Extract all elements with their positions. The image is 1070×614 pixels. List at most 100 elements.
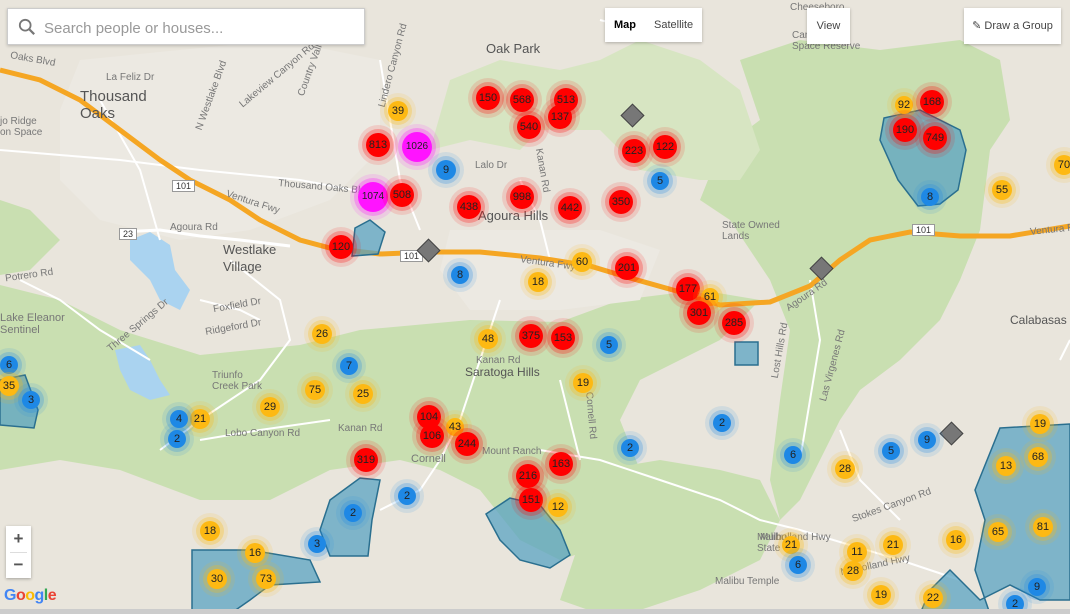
cluster-marker[interactable]: 21 — [883, 535, 903, 555]
cluster-marker[interactable]: 6 — [784, 446, 802, 464]
cluster-marker[interactable]: 19 — [573, 373, 593, 393]
cluster-marker[interactable]: 73 — [256, 569, 276, 589]
search-box[interactable] — [7, 8, 365, 45]
cluster-marker[interactable]: 70 — [1054, 155, 1070, 175]
cluster-marker[interactable]: 137 — [548, 105, 572, 129]
cluster-marker[interactable]: 244 — [455, 432, 479, 456]
cluster-marker[interactable]: 568 — [510, 88, 534, 112]
cluster-marker[interactable]: 5 — [882, 442, 900, 460]
cluster-marker[interactable]: 22 — [923, 588, 943, 608]
cluster-marker[interactable]: 177 — [676, 277, 700, 301]
cluster-marker[interactable]: 92 — [895, 96, 913, 114]
cluster-marker[interactable]: 319 — [354, 448, 378, 472]
cluster-marker[interactable]: 350 — [609, 190, 633, 214]
draw-group-button[interactable]: ✎ Draw a Group — [964, 8, 1061, 44]
cluster-marker[interactable]: 26 — [312, 324, 332, 344]
cluster-marker[interactable]: 4 — [170, 410, 188, 428]
cluster-marker[interactable]: 2 — [344, 504, 362, 522]
cluster-marker[interactable]: 1074 — [358, 182, 388, 212]
cluster-count: 30 — [210, 573, 224, 585]
cluster-marker[interactable]: 375 — [519, 324, 543, 348]
cluster-marker[interactable]: 8 — [921, 188, 939, 206]
cluster-marker[interactable]: 29 — [260, 397, 280, 417]
cluster-marker[interactable]: 3 — [308, 535, 326, 553]
cluster-marker[interactable]: 75 — [305, 380, 325, 400]
zoom-out-button[interactable]: − — [6, 552, 31, 578]
cluster-marker[interactable]: 2 — [713, 414, 731, 432]
cluster-marker[interactable]: 508 — [390, 183, 414, 207]
map-type-map-button[interactable]: Map — [605, 8, 645, 42]
cluster-marker[interactable]: 9 — [1028, 578, 1046, 596]
cluster-marker[interactable]: 120 — [329, 235, 353, 259]
map-type-control: Map Satellite — [605, 8, 703, 42]
cluster-marker[interactable]: 65 — [988, 522, 1008, 542]
cluster-count: 244 — [457, 438, 477, 450]
cluster-count: 9 — [1033, 581, 1041, 593]
cluster-marker[interactable]: 39 — [388, 101, 408, 121]
cluster-marker[interactable]: 163 — [549, 452, 573, 476]
view-button[interactable]: View — [807, 8, 850, 44]
cluster-marker[interactable]: 438 — [457, 195, 481, 219]
cluster-marker[interactable]: 18 — [200, 521, 220, 541]
cluster-marker[interactable]: 28 — [843, 561, 863, 581]
cluster-marker[interactable]: 9 — [436, 160, 456, 180]
cluster-marker[interactable]: 6 — [789, 556, 807, 574]
cluster-marker[interactable]: 998 — [510, 185, 534, 209]
cluster-marker[interactable]: 285 — [722, 311, 746, 335]
cluster-marker[interactable]: 2 — [168, 430, 186, 448]
cluster-marker[interactable]: 150 — [476, 86, 500, 110]
cluster-marker[interactable]: 301 — [687, 301, 711, 325]
cluster-marker[interactable]: 201 — [615, 256, 639, 280]
zoom-in-button[interactable]: + — [6, 526, 31, 552]
cluster-marker[interactable]: 19 — [871, 585, 891, 605]
cluster-marker[interactable]: 1026 — [402, 132, 432, 162]
cluster-marker[interactable]: 68 — [1028, 447, 1048, 467]
cluster-marker[interactable]: 151 — [519, 488, 543, 512]
cluster-marker[interactable]: 5 — [651, 172, 669, 190]
cluster-marker[interactable]: 21 — [782, 536, 800, 554]
cluster-count: 2 — [718, 417, 726, 429]
cluster-marker[interactable]: 60 — [572, 252, 592, 272]
cluster-marker[interactable]: 190 — [893, 118, 917, 142]
cluster-marker[interactable]: 30 — [207, 569, 227, 589]
cluster-marker[interactable]: 442 — [558, 196, 582, 220]
cluster-marker[interactable]: 216 — [516, 464, 540, 488]
cluster-marker[interactable]: 2 — [398, 487, 416, 505]
cluster-marker[interactable]: 35 — [0, 376, 19, 396]
cluster-marker[interactable]: 813 — [366, 133, 390, 157]
cluster-marker[interactable]: 122 — [653, 135, 677, 159]
cluster-marker[interactable]: 540 — [517, 115, 541, 139]
cluster-marker[interactable]: 6 — [0, 356, 18, 374]
cluster-marker[interactable]: 8 — [451, 266, 469, 284]
map-type-satellite-button[interactable]: Satellite — [645, 8, 702, 42]
cluster-marker[interactable]: 21 — [190, 409, 210, 429]
cluster-marker[interactable]: 168 — [920, 90, 944, 114]
cluster-count: 2 — [403, 490, 411, 502]
cluster-marker[interactable]: 55 — [992, 180, 1012, 200]
cluster-marker[interactable]: 16 — [946, 530, 966, 550]
cluster-marker[interactable]: 12 — [548, 497, 568, 517]
cluster-marker[interactable]: 16 — [245, 543, 265, 563]
cluster-marker[interactable]: 81 — [1033, 517, 1053, 537]
cluster-marker[interactable]: 5 — [600, 336, 618, 354]
search-input[interactable] — [42, 17, 356, 39]
cluster-count: 18 — [531, 276, 545, 288]
route-23-shield: 23 — [119, 228, 138, 240]
cluster-marker[interactable]: 223 — [622, 139, 646, 163]
cluster-marker[interactable]: 153 — [551, 326, 575, 350]
cluster-marker[interactable]: 749 — [923, 126, 947, 150]
cluster-marker[interactable]: 25 — [353, 384, 373, 404]
cluster-marker[interactable]: 11 — [847, 542, 867, 562]
cluster-marker[interactable]: 106 — [420, 424, 444, 448]
cluster-marker[interactable]: 7 — [340, 357, 358, 375]
cluster-marker[interactable]: 19 — [1030, 414, 1050, 434]
cluster-marker[interactable]: 13 — [996, 456, 1016, 476]
cluster-count: 216 — [518, 470, 538, 482]
cluster-marker[interactable]: 48 — [478, 329, 498, 349]
map-canvas[interactable]: Thousand Oaks Westlake Village Oak Park … — [0, 0, 1070, 614]
cluster-marker[interactable]: 9 — [918, 431, 936, 449]
cluster-marker[interactable]: 3 — [22, 391, 40, 409]
cluster-marker[interactable]: 28 — [835, 459, 855, 479]
cluster-marker[interactable]: 2 — [621, 439, 639, 457]
cluster-marker[interactable]: 18 — [528, 272, 548, 292]
